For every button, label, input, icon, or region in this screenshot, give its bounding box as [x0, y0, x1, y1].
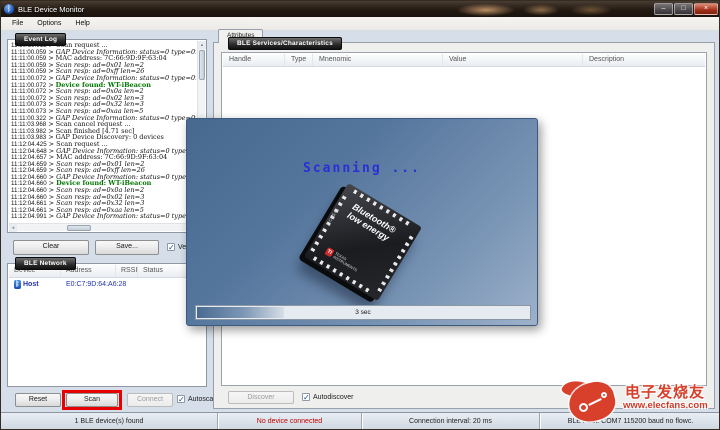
network-device-row[interactable]: ᛒ Host E0:C7:9D:64:A6:28: [9, 278, 205, 291]
services-column-header[interactable]: Value: [443, 54, 583, 66]
connect-button[interactable]: Connect: [127, 393, 173, 407]
event-log-title: Event Log: [15, 33, 66, 46]
titlebar: ᛒ BLE Device Monitor – □ ×: [1, 1, 720, 17]
menu-item[interactable]: Options: [30, 18, 68, 29]
event-log-text[interactable]: 11:10:59.912>Scan request ... 11:11:00.0…: [9, 41, 196, 222]
log-horizontal-scrollbar[interactable]: ◄ ►: [9, 223, 196, 231]
caption-buttons: – □ ×: [654, 3, 718, 15]
elecfans-site-url: www.elecfans.com: [623, 400, 708, 411]
menu-item[interactable]: Help: [68, 18, 96, 29]
scroll-thumb[interactable]: [67, 225, 91, 231]
scroll-left-icon[interactable]: ◄: [9, 224, 17, 232]
services-column-header[interactable]: Type: [285, 54, 313, 66]
status-cell: 1 BLE device(s) found: [1, 413, 217, 429]
ble-device-monitor-window: ᛒ BLE Device Monitor – □ × File Options …: [0, 0, 720, 430]
ble-network-group: DeviceAddressRSSIStatus ᛒ Host E0:C7:9D:…: [7, 263, 207, 387]
elecfans-logo-icon: [561, 379, 623, 425]
scanning-dialog: Scanning ... Bluetooth® low energy CC254…: [186, 118, 538, 326]
clear-button[interactable]: Clear: [13, 240, 89, 255]
status-cell: Connection interval: 20 ms: [361, 413, 539, 429]
network-column-header[interactable]: RSSI: [116, 265, 138, 277]
bluetooth-device-icon: ᛒ: [14, 280, 21, 289]
services-column-headers: HandleTypeMnenomicValueDescription: [223, 54, 705, 67]
minimize-button[interactable]: –: [654, 3, 673, 15]
close-button[interactable]: ×: [694, 3, 718, 15]
scanning-text: Scanning ...: [187, 161, 537, 176]
status-cell: No device connected: [217, 413, 361, 429]
event-log-group: 11:10:59.912>Scan request ... 11:11:00.0…: [7, 39, 207, 233]
elecfans-brand-text: 电子发烧友: [625, 381, 705, 402]
autodiscover-checkbox[interactable]: ✓: [302, 393, 310, 401]
discover-button[interactable]: Discover: [228, 391, 294, 404]
autodiscover-label: Autodiscover: [313, 394, 353, 401]
window-title: BLE Device Monitor: [18, 5, 84, 14]
scan-highlight-box: [62, 390, 122, 410]
services-column-header[interactable]: Handle: [223, 54, 285, 66]
reset-button[interactable]: Reset: [15, 393, 61, 407]
ble-network-title: BLE Network: [15, 257, 76, 270]
autoscan-checkbox[interactable]: ✓: [177, 395, 185, 403]
menu-item[interactable]: File: [5, 18, 30, 29]
elecfans-watermark: 电子发烧友 www.elecfans.com: [559, 379, 719, 427]
device-address: E0:C7:9D:64:A6:28: [61, 281, 138, 288]
maximize-button[interactable]: □: [674, 3, 693, 15]
scroll-thumb[interactable]: [199, 50, 205, 80]
verbose-checkbox[interactable]: ✓: [167, 243, 175, 251]
log-line: 11:12:04.991>GAP Device Information: sta…: [11, 213, 196, 220]
scan-progress-bar: 3 sec: [195, 305, 531, 320]
save-button[interactable]: Save...: [95, 240, 159, 255]
chip-brand-text: Bluetooth® low energy: [346, 202, 397, 243]
menubar: File Options Help: [1, 17, 720, 31]
progress-label: 3 sec: [196, 306, 530, 319]
scroll-up-icon[interactable]: ▲: [198, 41, 206, 49]
device-cell: ᛒ Host: [9, 280, 61, 289]
chip-package-top: Bluetooth® low energy CC2541 TI TEXAS IN…: [304, 183, 422, 301]
cc2541-chip-image: Bluetooth® low energy CC2541 TI TEXAS IN…: [304, 183, 422, 301]
services-group-title: BLE Services/Characteristics: [228, 37, 342, 50]
bluetooth-app-icon: ᛒ: [4, 4, 14, 14]
services-column-header[interactable]: Mnenomic: [313, 54, 443, 66]
services-column-header[interactable]: Description: [583, 54, 705, 66]
device-name: Host: [23, 281, 39, 288]
